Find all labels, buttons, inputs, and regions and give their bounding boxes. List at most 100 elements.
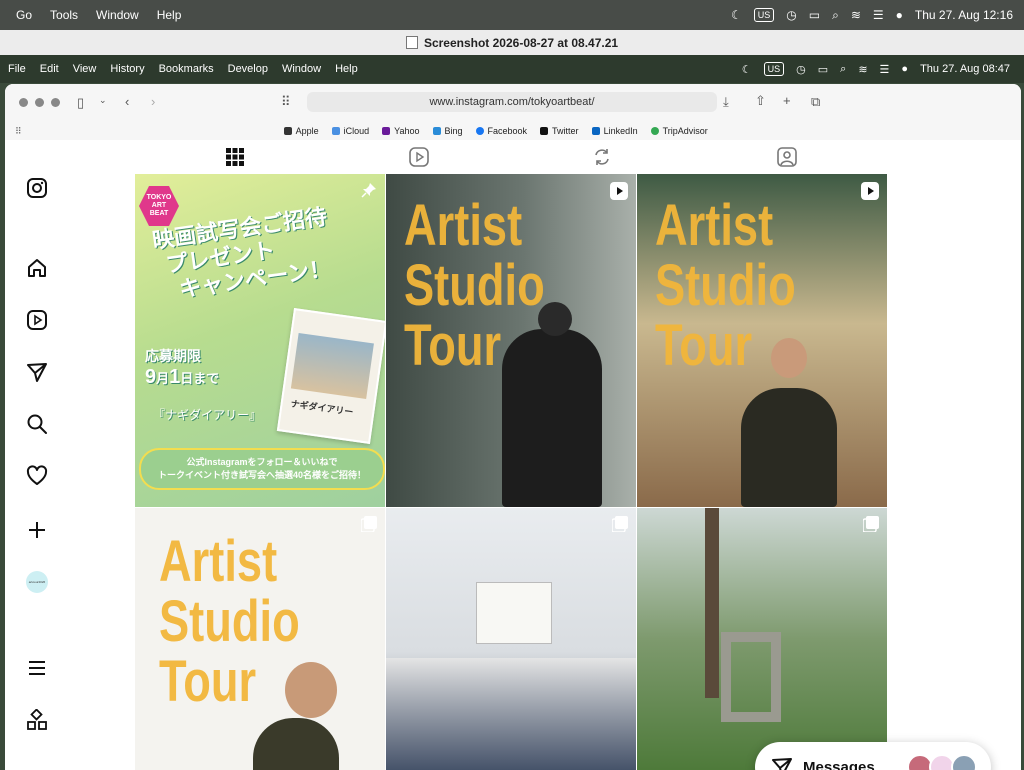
- bookmarks-grid-icon[interactable]: ⠿: [15, 126, 22, 137]
- messages-button[interactable]: Messages: [755, 742, 991, 770]
- bookmark-icloud[interactable]: iCloud: [331, 126, 369, 136]
- moon-icon[interactable]: ☾: [731, 8, 742, 22]
- back-icon[interactable]: ‹: [125, 94, 129, 109]
- window-title: Screenshot 2026-08-27 at 08.47.21: [423, 35, 619, 50]
- post-tile-studio-tour-2[interactable]: Artist Studio Tour: [637, 174, 887, 507]
- close-button[interactable]: [19, 98, 28, 107]
- post-tile-promo[interactable]: TOKYO ART BEAT 映画試写会ご招待 プレゼント キャンペーン！ 応募…: [135, 174, 385, 507]
- menu-icon[interactable]: [25, 656, 49, 680]
- bookmark-facebook[interactable]: Facebook: [475, 126, 527, 136]
- control-center-icon[interactable]: ☰: [873, 8, 884, 22]
- bookmarks-bar: ⠿ Apple iCloud Yahoo Bing Facebook Twitt…: [5, 122, 1021, 141]
- person-head: [771, 338, 807, 378]
- avatar: [951, 754, 977, 770]
- spotlight-icon[interactable]: ⌕: [832, 8, 839, 23]
- movie-poster: ナギダイアリー: [276, 308, 385, 444]
- system-menubar: Go Tools Window Help ☾ US ◷ ▭ ⌕ ≋ ☰ ● Th…: [0, 0, 1024, 30]
- forward-icon[interactable]: ›: [151, 94, 155, 109]
- clock[interactable]: Thu 27. Aug 08:47: [920, 63, 1010, 75]
- menu-file[interactable]: File: [8, 63, 26, 75]
- wifi-icon[interactable]: ≋: [851, 8, 861, 22]
- profile-tabs: [135, 140, 887, 176]
- instagram-page: art•tour2026 TOKYO ART BEAT 映画試写会ご招待 プレゼ…: [5, 140, 1021, 770]
- group-of-children: [386, 658, 636, 770]
- browser-toolbar: ▯ ⌄ ‹ › ⠿ www.instagram.com/tokyoartbeat…: [5, 84, 1021, 122]
- wifi-icon[interactable]: ≋: [858, 63, 867, 76]
- url-text: www.instagram.com/tokyoartbeat/: [429, 96, 595, 108]
- deadline-label: 応募期限: [145, 348, 201, 364]
- spotlight-icon[interactable]: ⌕: [840, 63, 846, 76]
- address-bar[interactable]: www.instagram.com/tokyoartbeat/: [307, 92, 717, 112]
- menu-help[interactable]: Help: [335, 63, 358, 75]
- bookmark-linkedin[interactable]: LinkedIn: [591, 126, 638, 136]
- deadline-date: 9月1日まで: [145, 366, 220, 388]
- menu-develop[interactable]: Develop: [228, 63, 268, 75]
- tagged-repost-icon: [595, 149, 609, 165]
- reels-tab[interactable]: [389, 140, 449, 174]
- person-figure: [253, 718, 339, 770]
- reels-icon[interactable]: [25, 308, 49, 332]
- tabs-icon[interactable]: ⧉: [811, 94, 820, 110]
- post-tile-studio-tour-3[interactable]: Artist Studio Tour: [135, 508, 385, 770]
- tagged-person-icon: [777, 147, 797, 167]
- more-apps-icon[interactable]: [25, 708, 49, 732]
- clock[interactable]: Thu 27. Aug 12:16: [915, 8, 1013, 22]
- new-tab-icon[interactable]: +: [783, 93, 791, 108]
- menu-window[interactable]: Window: [282, 63, 321, 75]
- bookmark-yahoo[interactable]: Yahoo: [382, 126, 420, 136]
- pinned-icon: [361, 183, 376, 198]
- sidebar-toggle-icon[interactable]: ▯: [77, 95, 84, 111]
- control-center-icon[interactable]: ☰: [880, 63, 890, 76]
- instagram-logo-icon[interactable]: [25, 176, 49, 200]
- window-controls: [19, 98, 60, 107]
- bookmark-tripadvisor[interactable]: TripAdvisor: [650, 126, 708, 136]
- tab-overview-icon[interactable]: ⠿: [281, 94, 291, 110]
- avatar-label: art•tour2026: [26, 571, 48, 593]
- chevron-down-icon[interactable]: ⌄: [99, 95, 107, 106]
- post-tile-workshop[interactable]: [386, 508, 636, 770]
- menu-view[interactable]: View: [73, 63, 97, 75]
- profile-avatar[interactable]: art•tour2026: [25, 570, 49, 594]
- battery-icon[interactable]: ▭: [809, 8, 820, 22]
- menu-edit[interactable]: Edit: [40, 63, 59, 75]
- menu-bookmarks[interactable]: Bookmarks: [159, 63, 214, 75]
- battery-icon[interactable]: ▭: [818, 63, 828, 76]
- posts-grid-tab[interactable]: [205, 140, 265, 176]
- zoom-button[interactable]: [51, 98, 60, 107]
- siri-icon[interactable]: ●: [901, 63, 908, 75]
- keyboard-layout[interactable]: US: [753, 8, 775, 22]
- reel-icon: [610, 182, 628, 200]
- tagged-tab[interactable]: [757, 140, 817, 174]
- poster-title: ナギダイアリー: [290, 398, 354, 418]
- download-icon[interactable]: ⤓: [723, 94, 729, 110]
- bookmark-apple[interactable]: Apple: [283, 126, 319, 136]
- tokyo-art-beat-logo: TOKYO ART BEAT: [139, 186, 179, 226]
- keyboard-layout[interactable]: US: [763, 62, 785, 76]
- menu-go[interactable]: Go: [16, 8, 32, 22]
- bookmark-bing[interactable]: Bing: [432, 126, 463, 136]
- minimize-button[interactable]: [35, 98, 44, 107]
- reposts-tab[interactable]: [572, 140, 632, 174]
- post-tile-studio-tour-1[interactable]: Artist Studio Tour: [386, 174, 636, 507]
- moon-icon[interactable]: ☾: [742, 63, 752, 76]
- heart-icon[interactable]: [25, 464, 49, 488]
- bookmark-twitter[interactable]: Twitter: [540, 126, 579, 136]
- menu-history[interactable]: History: [110, 63, 144, 75]
- menu-help[interactable]: Help: [157, 8, 182, 22]
- menu-window[interactable]: Window: [96, 8, 139, 22]
- posts-grid-icon: [226, 148, 244, 166]
- person-figure: [502, 329, 602, 507]
- send-icon[interactable]: [25, 360, 49, 384]
- share-icon[interactable]: ⇧: [755, 93, 766, 109]
- post-tile-park-sculpture[interactable]: [637, 508, 887, 770]
- menu-tools[interactable]: Tools: [50, 8, 78, 22]
- posts-grid: TOKYO ART BEAT 映画試写会ご招待 プレゼント キャンペーン！ 応募…: [135, 174, 887, 770]
- time-machine-icon[interactable]: ◷: [796, 63, 806, 76]
- reel-icon: [861, 182, 879, 200]
- create-icon[interactable]: [25, 518, 49, 542]
- carousel-icon: [863, 516, 879, 532]
- search-icon[interactable]: [25, 412, 49, 436]
- home-icon[interactable]: [25, 256, 49, 280]
- siri-icon[interactable]: ●: [896, 8, 903, 22]
- time-machine-icon[interactable]: ◷: [786, 8, 796, 22]
